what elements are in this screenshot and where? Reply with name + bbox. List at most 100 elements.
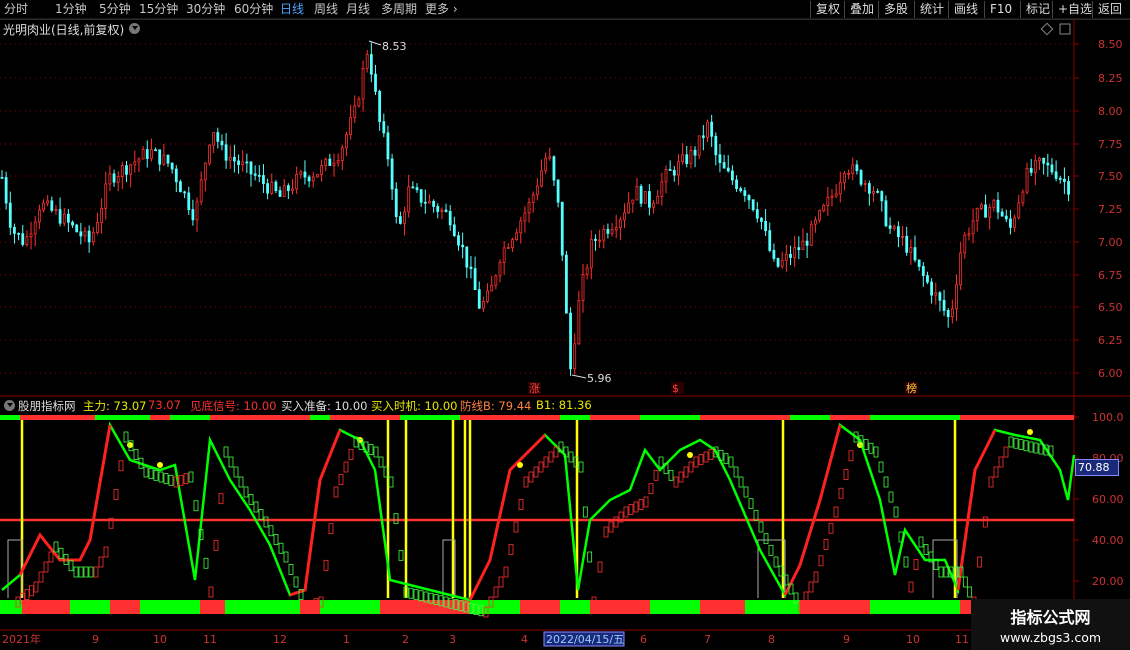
ladder-box [43, 561, 49, 573]
candle-body [220, 140, 224, 146]
candle-body [332, 162, 336, 166]
candle-body [369, 54, 373, 75]
candle-body [149, 149, 153, 159]
candle-body [1063, 178, 1066, 182]
price-tick-label: 7.00 [1098, 236, 1123, 249]
ladder-box [628, 504, 634, 515]
candle-body [809, 223, 813, 246]
indicator-value-3: 买入准备: 10.00 [281, 399, 368, 413]
ladder-box [388, 476, 394, 488]
candle-body [847, 173, 850, 175]
candle-body [13, 226, 16, 234]
ladder-box [203, 557, 209, 569]
candle-body [29, 233, 33, 238]
candle-body [1017, 202, 1021, 219]
ladder-box [413, 589, 419, 600]
ladder-box [398, 549, 404, 561]
ladder-box [393, 513, 399, 525]
candle-body [689, 149, 693, 164]
candle-body [411, 186, 415, 189]
ladder-box [338, 474, 344, 485]
ladder-box [633, 501, 639, 513]
candle-body [440, 209, 444, 212]
candle-body [822, 204, 826, 212]
candle-body [465, 246, 469, 268]
candle-body [75, 224, 79, 233]
peak-dot [1027, 429, 1033, 435]
candle-body [87, 230, 91, 243]
event-marker: 涨 [529, 382, 540, 395]
candle-body [170, 162, 174, 170]
kline-chart[interactable]: 8.50 8.25 8.00 7.75 7.50 7.25 7.00 6.75 6.50 6.25… [0, 0, 1130, 650]
ladder-box [218, 493, 224, 505]
ladder-box [24, 589, 30, 600]
candle-body [1009, 218, 1012, 228]
top-signal-band [400, 415, 460, 420]
candle-body [486, 290, 489, 302]
watermark: 指标公式网 www.zbgs3.com [971, 599, 1130, 650]
ladder-box [98, 556, 104, 568]
candle-body [980, 204, 983, 209]
candle-body [714, 135, 718, 156]
top-signal-band [150, 415, 170, 420]
candle-body [531, 194, 535, 203]
bottom-signal-band [520, 600, 560, 614]
candle-body [324, 158, 328, 166]
top-signal-band [310, 415, 330, 420]
candle-body [436, 206, 440, 212]
candle-body [897, 226, 900, 238]
ladder-box [418, 590, 424, 602]
candle-body [872, 190, 875, 194]
window-icon [1059, 23, 1071, 35]
candle-body [826, 197, 830, 206]
bottom-signal-band [22, 600, 70, 614]
top-signal-band [95, 415, 150, 420]
ladder-box [938, 566, 944, 578]
candle-body [228, 156, 232, 161]
ladder-box [283, 551, 289, 563]
ladder-box [513, 521, 519, 533]
candle-body [423, 201, 427, 204]
ladder-box [658, 456, 664, 468]
candle-body [834, 193, 838, 197]
candle-body [602, 229, 606, 241]
bottom-signal-band [110, 600, 140, 614]
candle-body [913, 247, 917, 261]
candle-body [909, 247, 913, 253]
candle-body [901, 235, 904, 238]
price-tick-label: 8.00 [1098, 105, 1123, 118]
ladder-box [213, 539, 219, 551]
candle-body [145, 149, 149, 159]
candle-body [672, 169, 676, 176]
candle-body [627, 202, 631, 214]
ladder-box [668, 469, 674, 481]
rising-segment-line [18, 424, 112, 576]
ladder-box [982, 516, 988, 528]
ladder-box [597, 561, 603, 573]
candle-body [91, 232, 95, 243]
ladder-box [178, 474, 184, 486]
chevron-down-icon[interactable] [4, 400, 15, 411]
event-marker: $ [672, 382, 679, 395]
candle-body [1038, 157, 1041, 162]
candle-body [444, 209, 448, 212]
candle-body [660, 181, 664, 197]
candle-body [1013, 217, 1016, 228]
candle-body [1050, 164, 1054, 173]
candle-body [428, 200, 431, 204]
candle-body [548, 156, 552, 159]
ladder-box [58, 547, 64, 559]
candle-body [21, 233, 25, 245]
candle-body [224, 144, 228, 161]
candle-body [419, 189, 423, 203]
step-line [7, 539, 23, 598]
candle-body [917, 259, 921, 267]
bottom-signal-band [745, 600, 800, 614]
ladder-box [623, 506, 629, 518]
candle-body [851, 164, 855, 174]
candle-body [838, 181, 842, 195]
candle-body [104, 183, 108, 209]
candle-body [843, 173, 846, 183]
price-tick-label: 7.50 [1098, 170, 1123, 183]
candle-body [394, 188, 398, 217]
